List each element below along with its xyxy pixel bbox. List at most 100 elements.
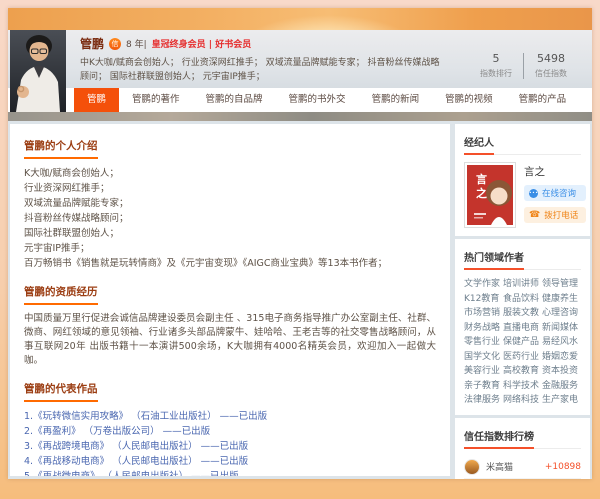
profile-nav-tabs: 管鹏管鹏的著作管鹏的自品牌管鹏的书外交管鹏的新闻管鹏的视频管鹏的产品管鹏的联系方… (8, 88, 592, 112)
ranking-score: +10898 (545, 462, 581, 472)
author-name: 管鹏 (80, 35, 104, 52)
nav-tab-4[interactable]: 管鹏的书外交 (276, 88, 359, 112)
content-area: 管鹏的个人介绍 K大咖/赋商会创始人；行业资深网红推手；双域流量品牌赋能专家；抖… (8, 121, 592, 479)
trust-ranking-card: 信任指数排行榜 米高猫+10898李莎+7693陈瑞武+7313 (455, 418, 590, 480)
ranking-row[interactable]: 李莎+7693 (464, 479, 581, 480)
intro-line: 百万畅销书《销售就是玩转情商》及《元宇宙变现》《AIGC商业宝典》等13本书作者… (24, 256, 436, 271)
field-link[interactable]: 零售行业 (464, 335, 503, 350)
section-title-intro: 管鹏的个人介绍 (24, 138, 98, 159)
author-header: 管鹏 信 8 年| 皇冠终身会员 | 好书会员 中K大咖/赋商会创始人； 行业资… (8, 30, 592, 88)
field-link[interactable]: 婚姻恋爱 (542, 350, 581, 365)
field-link[interactable]: 金融服务 (542, 379, 581, 394)
book-link[interactable]: 5.《再战微电商》 （人民邮电出版社） ——已出版 (24, 469, 436, 476)
stat-value: 5 (469, 52, 523, 65)
field-link[interactable]: 网络科技 (503, 393, 542, 408)
field-link[interactable]: 医药行业 (503, 350, 542, 365)
svg-text:言: 言 (476, 172, 487, 186)
ranking-row[interactable]: 米高猫+10898 (464, 456, 581, 479)
nav-tab-3[interactable]: 管鹏的自品牌 (193, 88, 276, 112)
sunset-banner-image (8, 8, 592, 30)
book-link[interactable]: 1.《玩转微信实用攻略》 （石油工业出版社） ——已出版 (24, 409, 436, 424)
nav-tab-7[interactable]: 管鹏的产品 (506, 88, 580, 112)
trust-ranking-title: 信任指数排行榜 (464, 428, 534, 449)
field-link[interactable]: 生产家电 (542, 393, 581, 408)
book-link[interactable]: 3.《再战跨境电商》 （人民邮电出版社） ——已出版 (24, 439, 436, 454)
nav-tab-2[interactable]: 管鹏的著作 (119, 88, 193, 112)
intro-line: 元宇宙IP推手； (24, 241, 436, 256)
ranking-list: 米高猫+10898李莎+7693陈瑞武+7313 (464, 456, 581, 480)
section-title-experience: 管鹏的资质经历 (24, 284, 98, 305)
intro-line: 抖音粉丝传媒战略顾问； (24, 211, 436, 226)
hot-fields-title: 热门领域作者 (464, 249, 524, 270)
section-representative-works: 管鹏的代表作品 1.《玩转微信实用攻略》 （石油工业出版社） ——已出版2.《再… (24, 377, 436, 476)
agent-cover-image[interactable]: 言 之 (464, 162, 516, 228)
field-link[interactable]: 市场营销 (464, 306, 503, 321)
writer-profile-page: 管鹏 信 8 年| 皇冠终身会员 | 好书会员 中K大咖/赋商会创始人； 行业资… (8, 8, 592, 479)
field-link[interactable]: 培训讲师 (503, 277, 542, 292)
online-consult-button[interactable]: ••• 在线咨询 (524, 185, 586, 201)
ranking-avatar (464, 459, 480, 475)
stat-信任指数: 5498 信任指数 (524, 52, 578, 79)
phone-icon: ☎ (529, 211, 540, 220)
field-link[interactable]: 食品饮料 (503, 292, 542, 307)
intro-line: 行业资深网红推手； (24, 181, 436, 196)
agent-card: 经纪人 言 之 (455, 124, 590, 236)
book-link[interactable]: 2.《再盈利》 （万卷出版公司） ——已出版 (24, 424, 436, 439)
section-personal-intro: 管鹏的个人介绍 K大咖/赋商会创始人；行业资深网红推手；双域流量品牌赋能专家；抖… (24, 134, 436, 271)
field-link[interactable]: 财务战略 (464, 321, 503, 336)
page-background: 管鹏 信 8 年| 皇冠终身会员 | 好书会员 中K大咖/赋商会创始人； 行业资… (0, 0, 600, 499)
trust-badge-icon: 信 (109, 38, 121, 50)
field-link[interactable]: 国学文化 (464, 350, 503, 365)
nav-tab-1[interactable]: 管鹏 (74, 88, 119, 112)
book-link[interactable]: 4.《再战移动电商》 （人民邮电出版社） ——已出版 (24, 454, 436, 469)
intro-line: 双域流量品牌赋能专家； (24, 196, 436, 211)
field-link[interactable]: 文学作家 (464, 277, 503, 292)
intro-line: K大咖/赋商会创始人； (24, 166, 436, 181)
field-link[interactable]: 科学技术 (503, 379, 542, 394)
chat-bubble-icon: ••• (529, 189, 538, 198)
ranking-name: 米高猫 (486, 460, 545, 473)
works-list: 1.《玩转微信实用攻略》 （石油工业出版社） ——已出版2.《再盈利》 （万卷出… (24, 409, 436, 476)
field-link[interactable]: 美容行业 (464, 364, 503, 379)
call-phone-label: 拨打电话 (544, 209, 578, 221)
header-stats: 5 指数排行5498 信任指数 (469, 52, 578, 79)
agent-card-title: 经纪人 (464, 134, 494, 155)
intro-line: 国际社群联盟创始人； (24, 226, 436, 241)
hot-fields-card: 热门领域作者 文学作家培训讲师领导管理 K12教育食品饮料健康养生市场营销服装文教… (455, 239, 590, 415)
right-sidebar: 经纪人 言 之 (455, 121, 590, 479)
field-link[interactable]: 服装文教 (503, 306, 542, 321)
field-link[interactable]: 保健产品 (503, 335, 542, 350)
nav-tab-5[interactable]: 管鹏的新闻 (359, 88, 433, 112)
agent-name: 言之 (524, 164, 586, 179)
field-link[interactable]: 新闻媒体 (542, 321, 581, 336)
call-phone-button[interactable]: ☎ 拨打电话 (524, 207, 586, 223)
field-link[interactable]: K12教育 (464, 292, 503, 307)
svg-text:之: 之 (476, 186, 487, 200)
stat-指数排行: 5 指数排行 (469, 52, 523, 79)
field-link[interactable]: 亲子教育 (464, 379, 503, 394)
field-link[interactable]: 直播电商 (503, 321, 542, 336)
stat-label: 信任指数 (524, 68, 578, 79)
author-photo (10, 30, 66, 112)
field-link[interactable]: 心理咨询 (542, 306, 581, 321)
field-link[interactable]: 高校教育 (503, 364, 542, 379)
experience-paragraph: 中国质量万里行促进会诚信品牌建设委员会副主任 、315电子商务指导推广办公室副主… (24, 312, 436, 368)
background-photo-band (8, 112, 592, 121)
membership-labels: 皇冠终身会员 | 好书会员 (152, 37, 252, 50)
nav-tab-8[interactable]: 管鹏的联系方式 (579, 88, 592, 112)
field-link[interactable]: 领导管理 (542, 277, 581, 292)
section-qualifications: 管鹏的资质经历 中国质量万里行促进会诚信品牌建设委员会副主任 、315电子商务指… (24, 280, 436, 368)
author-photo-image (10, 30, 66, 112)
section-title-works: 管鹏的代表作品 (24, 381, 98, 402)
intro-lines: K大咖/赋商会创始人；行业资深网红推手；双域流量品牌赋能专家；抖音粉丝传媒战略顾… (24, 166, 436, 271)
nav-tab-6[interactable]: 管鹏的视频 (432, 88, 506, 112)
field-link[interactable]: 健康养生 (542, 292, 581, 307)
online-consult-label: 在线咨询 (542, 187, 576, 199)
stat-value: 5498 (524, 52, 578, 65)
stat-label: 指数排行 (469, 68, 523, 79)
author-bio-summary: 中K大咖/赋商会创始人； 行业资深网红推手； 双域流量品牌赋能专家； 抖音粉丝传… (80, 56, 448, 84)
field-link[interactable]: 法律服务 (464, 393, 503, 408)
field-link[interactable]: 易经风水 (542, 335, 581, 350)
author-detail-card: 管鹏的个人介绍 K大咖/赋商会创始人；行业资深网红推手；双域流量品牌赋能专家；抖… (10, 124, 450, 476)
field-link[interactable]: 资本投资 (542, 364, 581, 379)
